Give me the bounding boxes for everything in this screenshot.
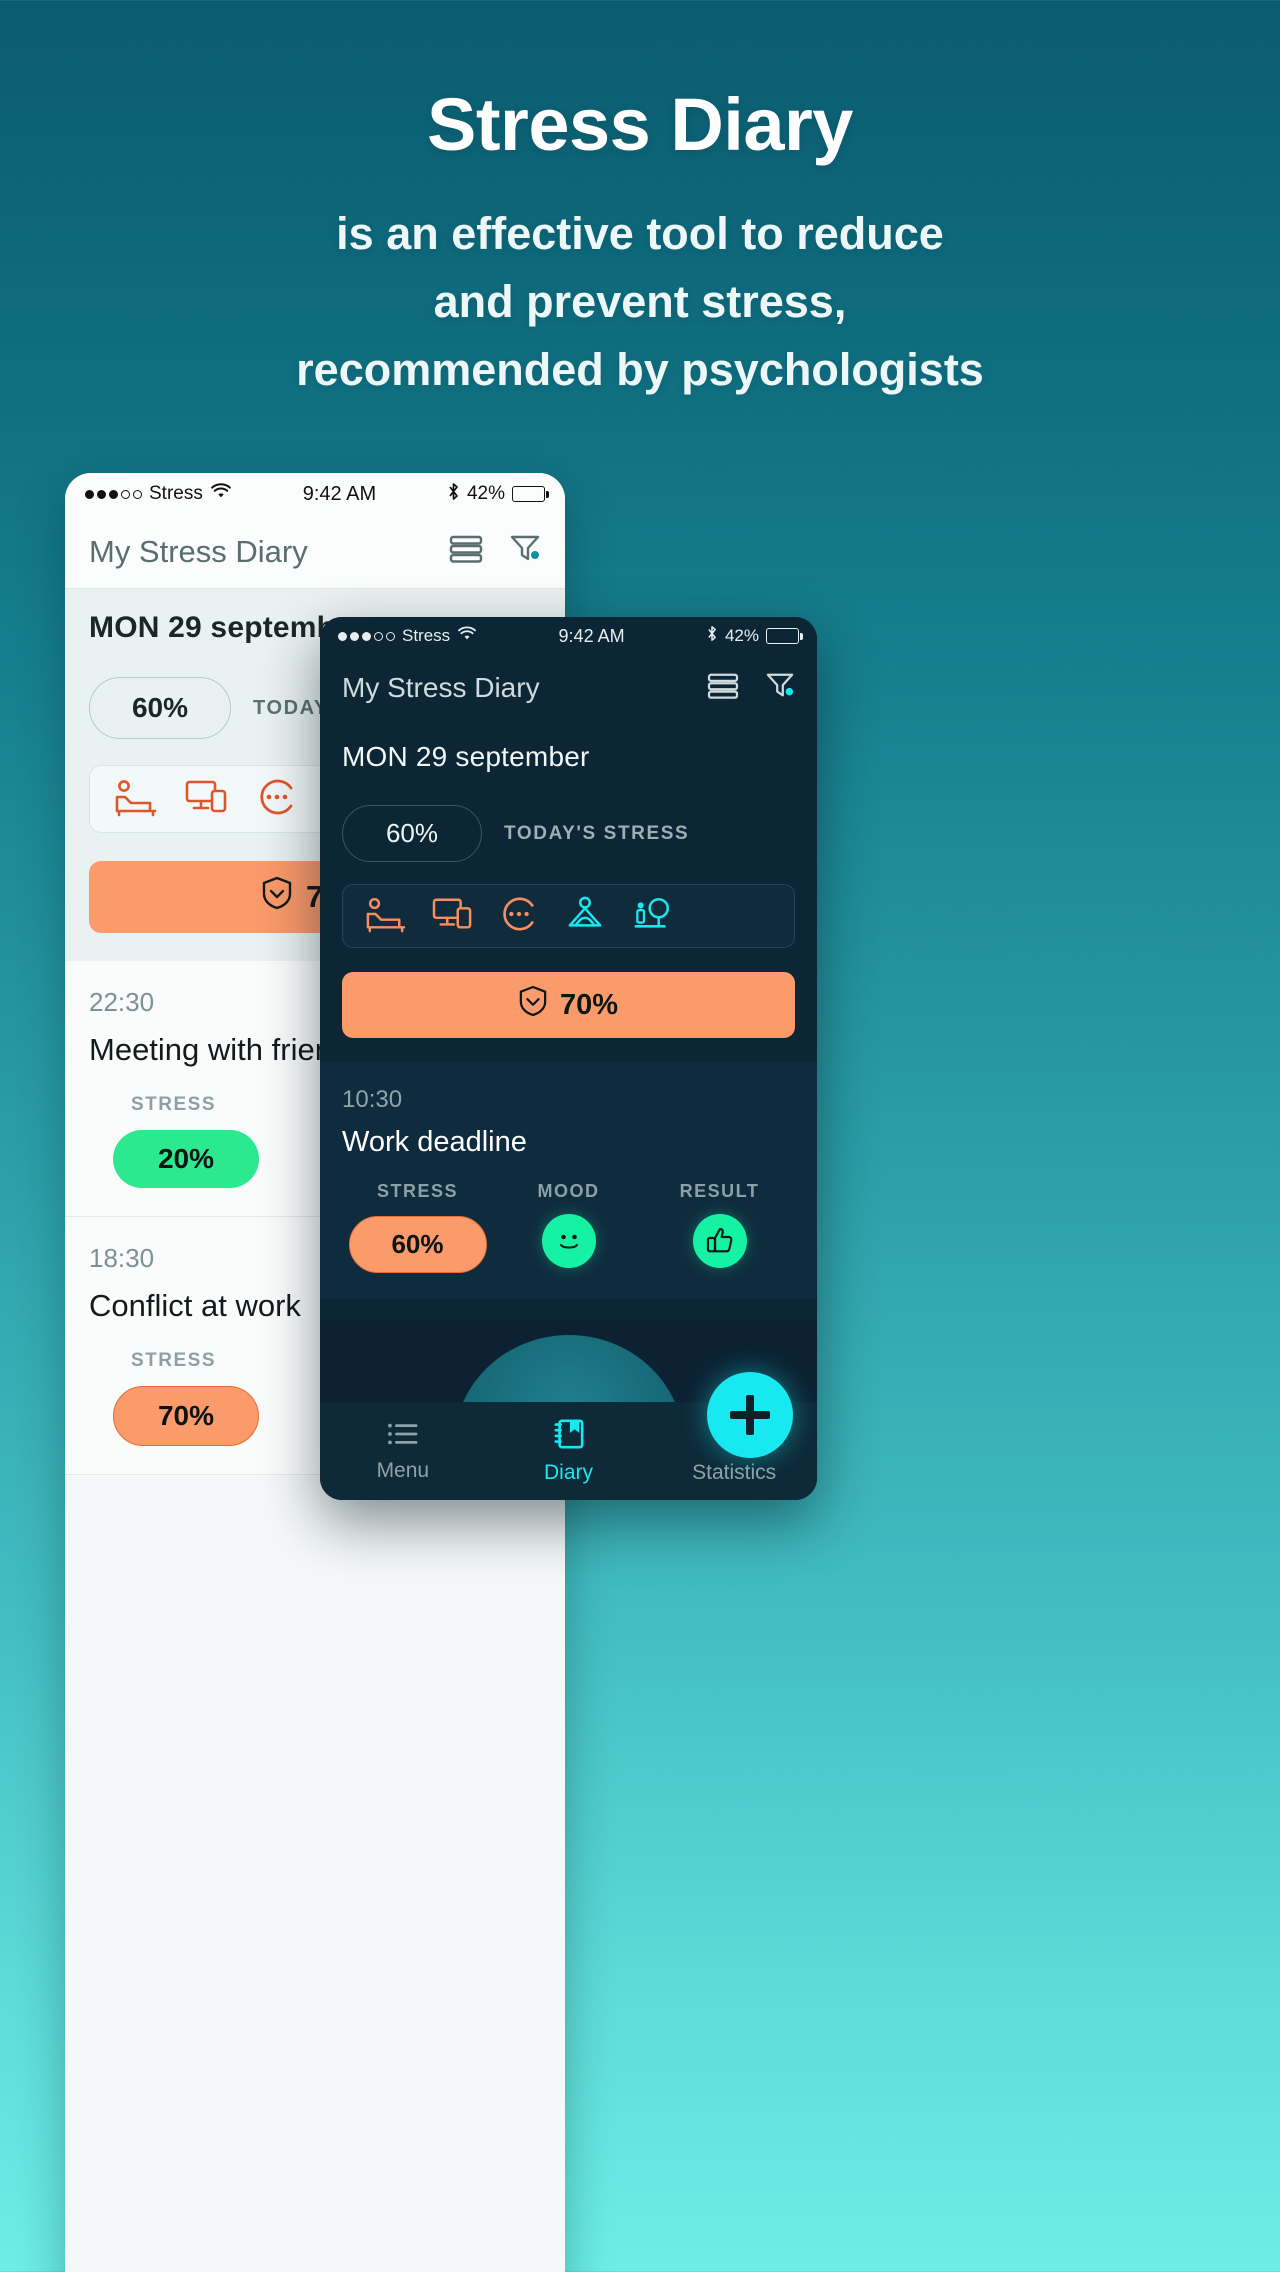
hero-section: Stress Diary is an effective tool to red… (0, 86, 1280, 405)
light-app-bar: My Stress Diary (65, 515, 565, 589)
shield-check-icon (262, 876, 292, 918)
thumbs-up-icon (692, 1214, 747, 1268)
clock-label: 9:42 AM (558, 625, 625, 646)
carrier-label: Stress (149, 483, 203, 504)
battery-icon (766, 628, 803, 644)
battery-percent-label: 42% (466, 483, 505, 504)
person-tree-nature-icon[interactable] (631, 895, 675, 938)
battery-percent-label: 42% (724, 626, 759, 645)
list-menu-icon (386, 1423, 420, 1452)
column-label: MOOD (537, 1181, 600, 1201)
waiting-dots-icon[interactable] (256, 777, 298, 822)
smiley-face-icon (541, 1214, 596, 1268)
status-bar: Stress 9:42 AM 42% (65, 473, 565, 515)
shield-check-icon (519, 985, 547, 1025)
diary-book-icon (553, 1419, 585, 1454)
today-stress-value[interactable]: 60% (89, 677, 231, 739)
entry-stress-value: 70% (113, 1386, 259, 1446)
dark-phone-mockup: Stress 9:42 AM 42% My Stress Diary MON 2… (320, 617, 817, 1500)
list-view-icon[interactable] (449, 534, 483, 569)
list-view-icon[interactable] (707, 672, 739, 705)
plus-icon (730, 1395, 770, 1435)
bluetooth-icon (447, 482, 460, 507)
entry-stress-value: 20% (113, 1130, 259, 1188)
nav-item-diary[interactable]: Diary (486, 1418, 652, 1485)
nav-label: Statistics (692, 1460, 777, 1484)
activity-icon-strip (342, 884, 795, 948)
bluetooth-icon (706, 625, 718, 647)
status-bar: Stress 9:42 AM 42% (320, 617, 817, 655)
carrier-label: Stress (402, 626, 451, 645)
nav-item-menu[interactable]: Menu (320, 1420, 486, 1483)
devices-screen-icon[interactable] (431, 895, 475, 938)
hero-subtitle-line-2: and prevent stress, (433, 276, 847, 328)
column-label: STRESS (376, 1181, 459, 1201)
filter-icon[interactable] (509, 534, 541, 569)
today-stress-label: TODAY'S STRESS (504, 822, 690, 844)
battery-icon (512, 486, 549, 502)
nav-label: Diary (544, 1460, 594, 1484)
clock-label: 9:42 AM (302, 482, 377, 505)
entry-title: Work deadline (342, 1126, 527, 1158)
add-entry-fab[interactable] (707, 1372, 793, 1458)
app-title: My Stress Diary (342, 672, 540, 703)
nav-label: Menu (376, 1458, 430, 1482)
diary-date: MON 29 september (342, 741, 590, 772)
entry-stress-value: 60% (348, 1216, 487, 1273)
hero-subtitle-line-3: recommended by psychologists (296, 344, 984, 396)
app-title: My Stress Diary (89, 533, 308, 569)
signal-strength-icon (338, 631, 395, 641)
entry-mood-column: MOOD (493, 1181, 644, 1273)
today-stress-value[interactable]: 60% (342, 805, 482, 862)
entry-stress-column: STRESS 60% (342, 1181, 493, 1273)
hero-subtitle: is an effective tool to reduce and preve… (0, 200, 1280, 405)
wifi-icon (210, 483, 232, 505)
column-label: RESULT (679, 1181, 760, 1201)
sleep-in-bed-icon[interactable] (363, 895, 407, 938)
page-title: Stress Diary (427, 83, 853, 166)
signal-strength-icon (85, 489, 142, 499)
hero-subtitle-line-1: is an effective tool to reduce (336, 207, 944, 259)
devices-screen-icon[interactable] (184, 777, 230, 822)
wifi-icon (457, 626, 477, 646)
entry-result-column: RESULT (644, 1181, 795, 1273)
entry-time: 10:30 (342, 1086, 403, 1113)
sleep-in-bed-icon[interactable] (112, 777, 158, 822)
dark-summary-section: MON 29 september 60% TODAY'S STRESS 70% (320, 721, 817, 1038)
filter-icon[interactable] (765, 672, 795, 705)
list-item[interactable]: 10:30 Work deadline STRESS 60% MOOD RESU… (320, 1062, 817, 1299)
meditation-icon[interactable] (563, 895, 607, 938)
overall-stress-bar[interactable]: 70% (342, 972, 795, 1038)
waiting-dots-icon[interactable] (499, 895, 539, 938)
overall-stress-value: 70% (559, 988, 619, 1021)
dark-app-bar: My Stress Diary (320, 655, 817, 721)
